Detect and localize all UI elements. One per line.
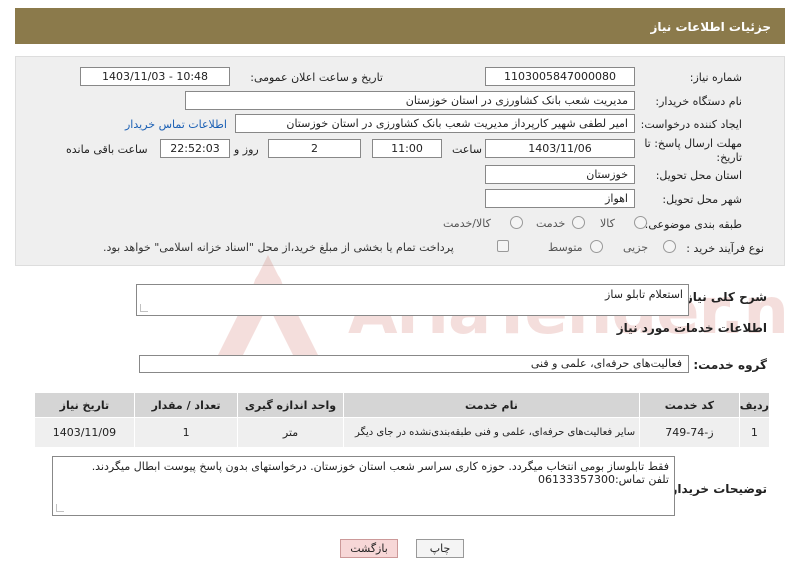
buyer-notes-line-2: تلفن تماس:06133357300 [537, 473, 669, 486]
col-quantity: تعداد / مقدار [133, 392, 239, 418]
days-label: روز و [234, 143, 259, 156]
announce-datetime-label: تاریخ و ساعت اعلان عمومی: [250, 71, 383, 84]
cell-need-date: 1403/11/09 [34, 417, 135, 448]
delivery-city-field[interactable]: اهواز [485, 189, 635, 208]
category-radio-goods-service[interactable] [510, 216, 523, 229]
category-label: طبقه بندی موضوعی: [644, 218, 742, 231]
summary-text: استعلام تابلو ساز [605, 288, 683, 301]
buyer-notes-textarea[interactable]: فقط تابلوساز بومی انتخاب میگردد. حوزه کا… [52, 456, 675, 516]
deadline-time-field[interactable]: 11:00 [372, 139, 442, 158]
print-button[interactable]: چاپ [416, 539, 464, 558]
summary-label: شرح کلی نیاز: [681, 290, 767, 304]
services-table: ردیف کد خدمت نام خدمت واحد اندازه گیری ت… [34, 392, 771, 448]
cell-service-code: ز-74-749 [639, 417, 740, 448]
buyer-org-field[interactable]: مدیریت شعب بانک کشاورزی در استان خوزستان [185, 91, 635, 110]
process-option-medium: متوسط [548, 241, 583, 254]
col-need-date: تاریخ نیاز [34, 392, 135, 418]
remaining-label: ساعت باقی مانده [66, 143, 148, 156]
col-service-name: نام خدمت [342, 392, 641, 418]
cell-row-number: 1 [738, 417, 771, 448]
process-type-label: نوع فرآیند خرید : [686, 242, 764, 255]
service-group-label: گروه خدمت: [693, 358, 767, 372]
service-group-field[interactable]: فعالیت‌های حرفه‌ای، علمی و فنی [139, 355, 689, 373]
process-radio-minor[interactable] [663, 240, 676, 253]
page-header: جزئیات اطلاعات نیاز [15, 8, 785, 44]
table-row[interactable]: 1 ز-74-749 سایر فعالیت‌های حرفه‌ای، علمی… [34, 417, 771, 448]
remaining-days-field[interactable]: 2 [268, 139, 361, 158]
resize-grip-icon[interactable] [56, 504, 64, 512]
category-option-service: خدمت [536, 217, 566, 230]
table-header-row: ردیف کد خدمت نام خدمت واحد اندازه گیری ت… [34, 392, 771, 418]
page-title: جزئیات اطلاعات نیاز [650, 20, 771, 34]
deadline-label: مهلت ارسال پاسخ: تا تاریخ: [644, 137, 742, 164]
buyer-notes-label: توضیحات خریدار: [665, 482, 767, 496]
category-radio-service[interactable] [572, 216, 585, 229]
remaining-time-field[interactable]: 22:52:03 [160, 139, 230, 158]
buyer-contact-link[interactable]: اطلاعات تماس خریدار [125, 118, 227, 131]
cell-service-name: سایر فعالیت‌های حرفه‌ای، علمی و فنی طبقه… [342, 417, 641, 448]
need-number-label: شماره نیاز: [689, 71, 742, 84]
col-service-code: کد خدمت [639, 392, 740, 418]
cell-unit: متر [237, 417, 344, 448]
requester-field[interactable]: امیر لطفی شهیر کارپرداز مدیریت شعب بانک … [235, 114, 635, 133]
treasury-payment-note: پرداخت تمام یا بخشی از مبلغ خرید،از محل … [103, 241, 454, 254]
deadline-time-label: ساعت [452, 143, 482, 156]
services-section-title: اطلاعات خدمات مورد نیاز [616, 321, 767, 335]
resize-grip-icon[interactable] [140, 304, 148, 312]
delivery-province-field[interactable]: خوزستان [485, 165, 635, 184]
cell-quantity: 1 [133, 417, 239, 448]
announce-datetime-field[interactable]: 1403/11/03 - 10:48 [80, 67, 230, 86]
col-unit: واحد اندازه گیری [237, 392, 344, 418]
buyer-org-label: نام دستگاه خریدار: [655, 95, 742, 108]
process-option-minor: جزیی [623, 241, 649, 254]
category-option-goods-service: کالا/خدمت [443, 217, 491, 230]
col-row-number: ردیف [738, 392, 771, 418]
need-number-field[interactable]: 1103005847000080 [485, 67, 635, 86]
buyer-notes-line-1: فقط تابلوساز بومی انتخاب میگردد. حوزه کا… [91, 460, 669, 473]
treasury-payment-checkbox[interactable] [497, 240, 509, 252]
delivery-province-label: استان محل تحویل: [655, 169, 742, 182]
back-button[interactable]: بازگشت [340, 539, 398, 558]
category-radio-goods[interactable] [634, 216, 647, 229]
delivery-city-label: شهر محل تحویل: [662, 193, 742, 206]
category-option-goods: کالا [600, 217, 615, 230]
summary-textarea[interactable]: استعلام تابلو ساز [136, 284, 689, 316]
process-radio-medium[interactable] [590, 240, 603, 253]
requester-label: ایجاد کننده درخواست: [640, 118, 742, 131]
deadline-date-field[interactable]: 1403/11/06 [485, 139, 635, 158]
